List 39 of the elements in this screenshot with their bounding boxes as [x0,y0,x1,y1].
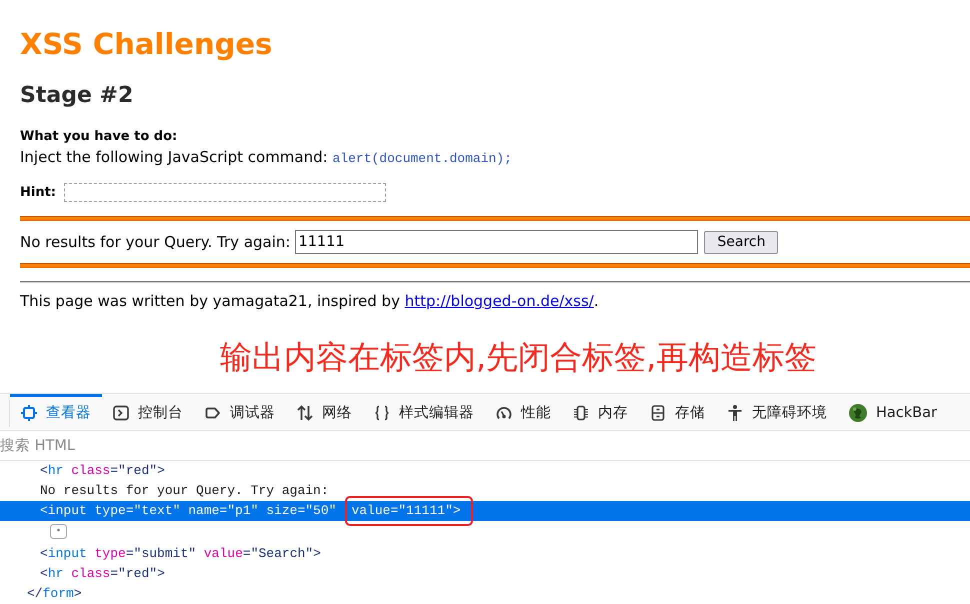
annotation-text: 输出内容在标签内,先闭合标签,再构造标签 [220,337,818,377]
page-title: XSS Challenges [20,28,274,60]
selection-bar[interactable] [0,501,970,521]
devtools-tab[interactable]: 存储 [639,394,716,430]
query-input[interactable]: 11111 [295,230,698,254]
devtools-tab[interactable]: 调试器 [194,394,286,430]
code-line[interactable]: <hr class="red"> [40,463,165,478]
code-line[interactable]: <input type="submit" value="Search"> [40,546,321,561]
code-line[interactable]: <input type="text" name="p1" size="50" [40,503,336,518]
cabinet-icon [650,404,666,420]
devtools-tab[interactable]: 样式编辑器 [363,394,485,430]
devtools-tab[interactable]: 网络 [286,394,363,430]
hint-label: Hint: [20,184,56,200]
gauge-icon [496,404,512,420]
devtools-tab[interactable]: 无障碍环境 [716,394,838,430]
stage-heading: Stage #2 [20,82,134,110]
footer-text: This page was written by yamagata21, inspired by http://blogged-on.de/xss/. [20,291,600,311]
code-line[interactable]: </form> [27,586,82,601]
source-link[interactable]: http://blogged-on.de/xss/ [404,292,594,310]
code-line[interactable]: No results for your Query. Try again: [40,483,329,498]
search-button[interactable]: Search [704,230,778,254]
devtools-tab[interactable]: 控制台 [102,394,194,430]
braces-icon [374,404,390,420]
chip-icon [573,404,589,420]
target-square-icon [21,404,37,420]
up-down-arrows-icon [297,404,313,420]
person-icon [727,404,743,420]
query-label: No results for your Query. Try again: [20,233,290,251]
ball-icon [849,404,867,422]
terminal-icon [113,404,129,420]
instruction-text: Inject the following JavaScript command: [20,148,328,166]
devtools-tab[interactable]: HackBar [838,394,948,430]
code-snippet: alert(document.domain); [332,151,512,166]
code-line[interactable]: <hr class="red"> [40,566,165,581]
devtools-tab[interactable]: 性能 [485,394,562,430]
devtools-tab[interactable]: 内存 [562,394,639,430]
task-heading: What you have to do: [20,128,178,146]
tag-icon [205,404,221,420]
highlight-box: value="11111"> [345,496,473,526]
